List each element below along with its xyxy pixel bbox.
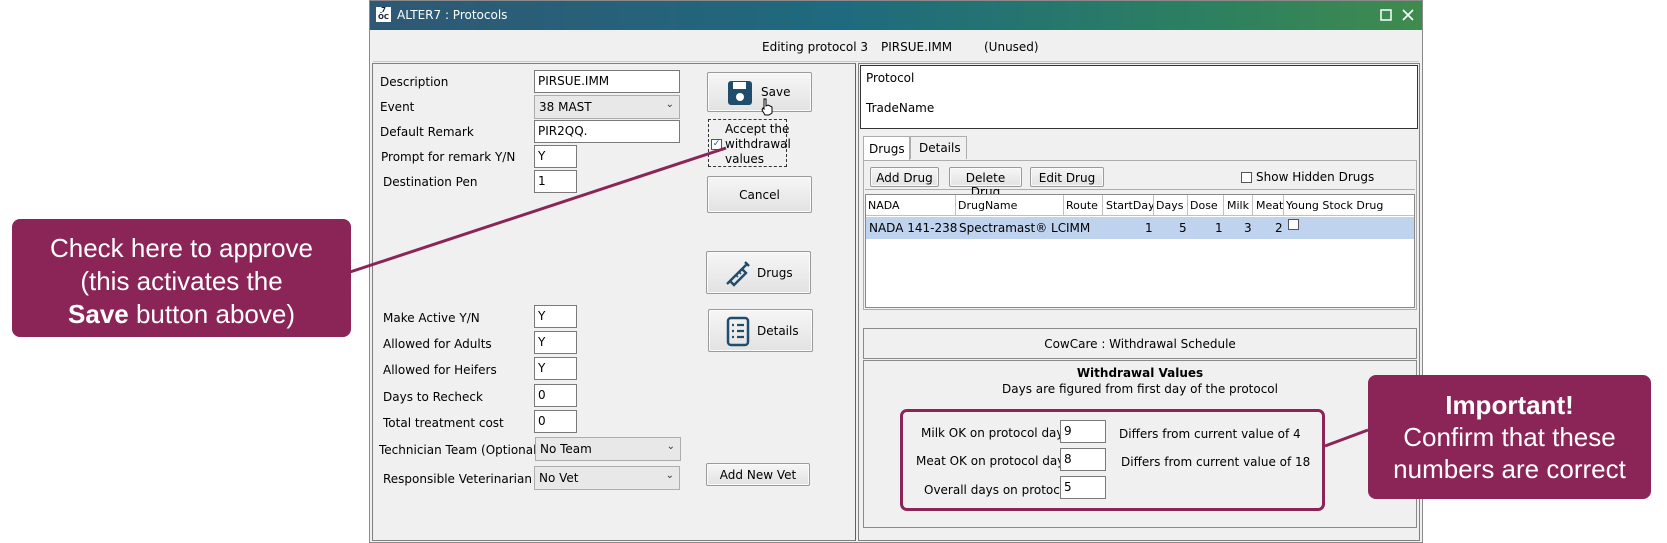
approve-callout-line-1: Check here to approve bbox=[49, 233, 314, 263]
important-callout-line-2: Confirm that these bbox=[1403, 422, 1616, 452]
important-callout: Important! Confirm that these numbers ar… bbox=[1368, 375, 1651, 499]
approve-callout-save-word: Save bbox=[68, 299, 129, 329]
approve-callout-line-2: (this activates the bbox=[80, 266, 283, 296]
important-callout-line-3: numbers are correct bbox=[1393, 454, 1626, 484]
approve-callout-line-3: button above) bbox=[128, 299, 295, 329]
important-callout-heading: Important! bbox=[1445, 390, 1574, 420]
approve-callout: Check here to approve (this activates th… bbox=[12, 219, 351, 337]
